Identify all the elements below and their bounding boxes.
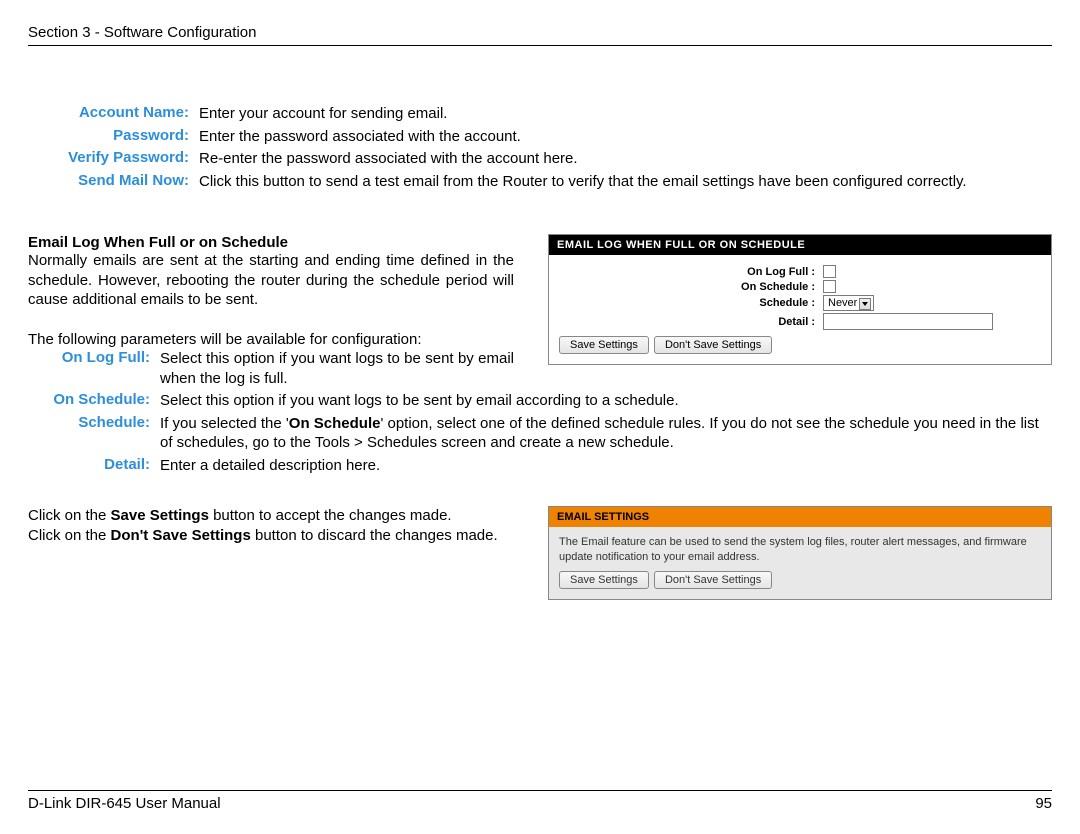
figure-email-settings: EMAIL SETTINGS The Email feature can be … [548,506,1052,600]
figure-title: EMAIL LOG WHEN FULL OR ON SCHEDULE [549,235,1051,255]
def-label: Send Mail Now: [28,172,193,195]
schedule-select[interactable]: Never [823,295,874,311]
def-label: Verify Password: [28,149,193,172]
def-value: Enter a detailed description here. [154,456,1052,479]
schedule-label: Schedule : [559,297,819,309]
definitions-params-a: On Log Full: Select this option if you w… [28,349,514,391]
def-value: Select this option if you want logs to b… [154,349,514,391]
def-value: Enter your account for sending email. [193,104,1052,127]
def-label: Password: [28,127,193,150]
def-value: Enter the password associated with the a… [193,127,1052,150]
on-log-full-checkbox[interactable] [823,265,836,278]
paragraph: Normally emails are sent at the starting… [28,251,514,310]
footer-manual-name: D-Link DIR-645 User Manual [28,795,221,812]
dont-save-settings-button[interactable]: Don't Save Settings [654,571,772,589]
def-label: On Schedule: [28,391,154,414]
detail-input[interactable] [823,313,993,330]
def-label: Account Name: [28,104,193,127]
save-settings-button[interactable]: Save Settings [559,571,649,589]
on-log-full-label: On Log Full : [559,266,819,278]
definitions-top: Account Name:Enter your account for send… [28,104,1052,194]
on-schedule-checkbox[interactable] [823,280,836,293]
save-settings-button[interactable]: Save Settings [559,336,649,354]
section-header: Section 3 - Software Configuration [28,24,1052,46]
def-value: Select this option if you want logs to b… [154,391,1052,414]
figure-title: EMAIL SETTINGS [549,507,1051,527]
def-value: If you selected the 'On Schedule' option… [154,414,1052,456]
def-label: Detail: [28,456,154,479]
paragraph: The following parameters will be availab… [28,330,514,350]
page-footer: D-Link DIR-645 User Manual 95 [28,790,1052,812]
def-value: Click this button to send a test email f… [193,172,1052,195]
footer-page-number: 95 [1035,795,1052,812]
def-value: Re-enter the password associated with th… [193,149,1052,172]
figure-email-log: EMAIL LOG WHEN FULL OR ON SCHEDULE On Lo… [548,234,1052,365]
paragraph: Click on the Don't Save Settings button … [28,526,514,546]
dont-save-settings-button[interactable]: Don't Save Settings [654,336,772,354]
paragraph: Click on the Save Settings button to acc… [28,506,514,526]
def-label: On Log Full: [28,349,154,391]
chevron-down-icon [859,298,871,310]
definitions-params-b: On Schedule: Select this option if you w… [28,391,1052,478]
figure-text: The Email feature can be used to send th… [559,535,1041,565]
detail-label: Detail : [559,316,819,328]
def-label: Schedule: [28,414,154,456]
on-schedule-label: On Schedule : [559,281,819,293]
